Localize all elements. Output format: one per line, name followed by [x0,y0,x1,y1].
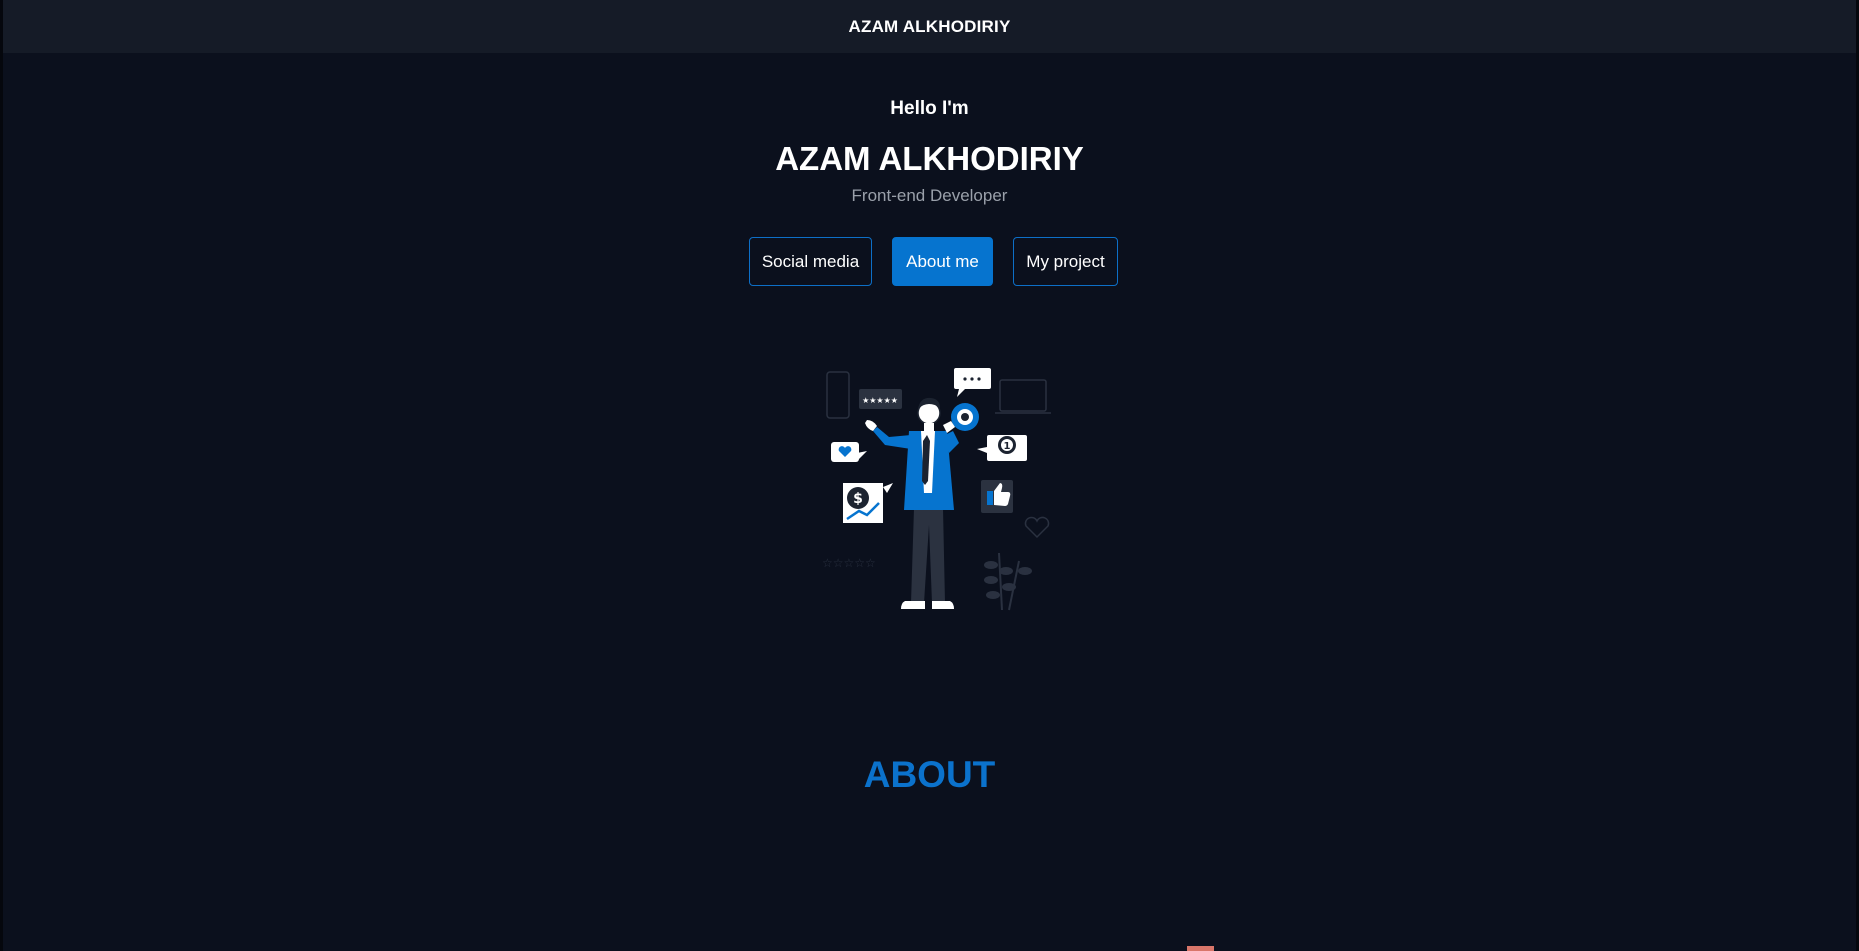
floating-marker [1187,946,1214,951]
top-navbar: AZAM ALKHODIRIY [3,0,1856,53]
my-project-button[interactable]: My project [1013,237,1118,286]
brand-title[interactable]: AZAM ALKHODIRIY [849,17,1011,37]
about-me-button[interactable]: About me [892,237,993,286]
social-media-button[interactable]: Social media [749,237,872,286]
hero-name: AZAM ALKHODIRIY [775,140,1084,177]
svg-text:1: 1 [1004,441,1011,452]
about-heading: ABOUT [863,754,996,795]
plant-icon [984,552,1032,611]
phone-icon [826,371,850,419]
heart-outline-icon [1024,516,1050,539]
marketing-man-megaphone-illustration: ★★★★★ $ 1 ☆☆☆☆☆ [822,368,1051,611]
hero-role: Front-end Developer [851,186,1008,205]
hero-greeting: Hello I'm [890,98,969,119]
laptop-icon [999,379,1047,412]
svg-text:$: $ [853,491,863,507]
svg-text:☆☆☆☆☆: ☆☆☆☆☆ [822,556,876,570]
svg-text:★★★★★: ★★★★★ [862,396,898,405]
page: AZAM ALKHODIRIY Hello I'm AZAM ALKHODIRI… [0,0,1859,951]
